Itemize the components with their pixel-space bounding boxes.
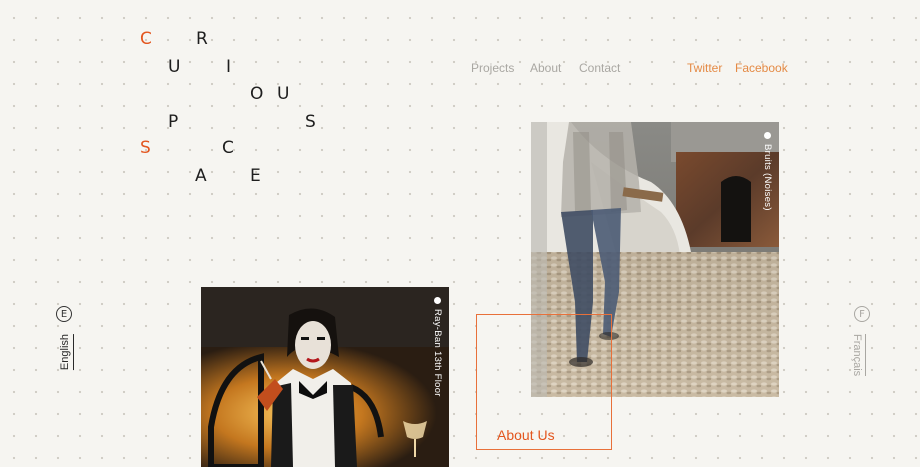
caption-dot-icon	[434, 297, 441, 304]
logo-letter-p: P	[168, 112, 179, 132]
about-us-box[interactable]: About Us	[476, 314, 612, 450]
logo-letter-o: O	[250, 84, 264, 104]
english-language-icon[interactable]: E	[56, 306, 72, 322]
logo-letter-s: S	[305, 112, 316, 132]
english-language-link[interactable]: English	[59, 334, 74, 371]
logo-letter-r: R	[196, 29, 208, 49]
nav-contact-link[interactable]: Contact	[579, 61, 620, 75]
logo-letter-s-accent: S	[140, 138, 151, 158]
project-title-rayban: Ray-Ban 13th Floor	[432, 309, 443, 397]
project-caption-rayban: Ray-Ban 13th Floor	[432, 297, 443, 397]
french-language-link[interactable]: Français	[851, 334, 866, 377]
logo-letter-u2: U	[277, 84, 290, 104]
logo-letter-u: U	[168, 57, 181, 77]
french-letter: F	[859, 308, 865, 320]
project-title-bruits: Bruits (Noises)	[762, 144, 773, 211]
english-letter: E	[60, 308, 68, 320]
logo-letter-c: C	[140, 29, 152, 49]
project-card-rayban[interactable]: Ray-Ban 13th Floor	[201, 287, 449, 467]
logo-letter-e: E	[250, 166, 261, 186]
project-image-rayban	[201, 287, 449, 467]
project-caption-bruits: Bruits (Noises)	[762, 132, 773, 211]
about-us-label[interactable]: About Us	[497, 427, 555, 443]
french-language-icon[interactable]: F	[854, 306, 870, 322]
logo-letter-a: A	[195, 166, 207, 186]
nav-about-link[interactable]: About	[530, 61, 561, 75]
logo-letter-c2: C	[222, 138, 234, 158]
nav-projects-link[interactable]: Projects	[471, 61, 514, 75]
logo-letter-i: I	[226, 57, 232, 77]
twitter-link[interactable]: Twitter	[687, 61, 722, 75]
caption-dot-icon	[764, 132, 771, 139]
facebook-link[interactable]: Facebook	[735, 61, 788, 75]
